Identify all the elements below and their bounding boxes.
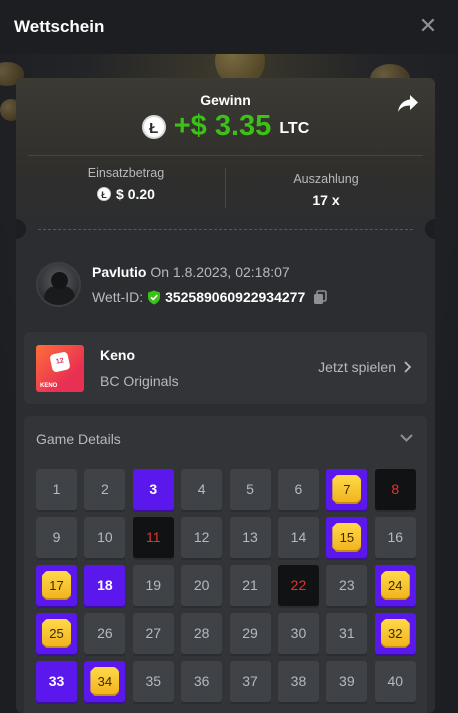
keno-cell: 20 — [181, 565, 223, 606]
keno-cell: 36 — [181, 661, 223, 702]
chevron-right-icon — [404, 361, 411, 373]
payout-value: 17 x — [312, 192, 340, 208]
bet-amount-label: Einsatzbetrag — [87, 166, 165, 180]
bet-amount-stat: Einsatzbetrag Ł $ 0.20 — [26, 166, 226, 202]
keno-cell: 40 — [374, 661, 416, 702]
keno-cell: 2 — [84, 469, 126, 510]
keno-ball-icon: 12 — [49, 351, 71, 373]
avatar-body — [44, 286, 75, 305]
keno-cell: 23 — [326, 565, 368, 606]
win-amount-row: Ł +$ 3.35 LTC — [16, 110, 435, 143]
keno-cell: 16 — [374, 517, 416, 558]
keno-number-grid: 1 2 3 4 5 6 7 8 9 10 11 12 13 14 15 16 17 18 19 20 21 22 23 24 2… — [36, 469, 416, 702]
win-label: Gewinn — [200, 92, 251, 108]
keno-cell: 25 — [36, 613, 77, 654]
ticket-notch-right — [425, 219, 435, 239]
bet-id-line: Wett-ID: 352589060922934277 — [92, 289, 328, 305]
keno-cell: 30 — [277, 613, 319, 654]
gem-icon: 25 — [42, 619, 71, 648]
play-now-link[interactable]: Jetzt spielen — [318, 359, 411, 375]
dashed-separator — [38, 229, 413, 230]
keno-cell: 39 — [326, 661, 368, 702]
keno-cell: 27 — [132, 613, 174, 654]
keno-cell: 26 — [84, 613, 126, 654]
payout-label: Auszahlung — [293, 172, 359, 186]
keno-cell: 7 — [326, 469, 368, 510]
keno-cell: 11 — [132, 517, 174, 558]
litecoin-icon: Ł — [97, 187, 112, 201]
page-title: Wettschein — [14, 17, 105, 36]
keno-cell: 15 — [326, 517, 368, 558]
avatar[interactable] — [36, 262, 81, 307]
bet-slip-card: Gewinn Ł +$ 3.35 LTC Einsatzbetrag Ł $ 0… — [16, 78, 435, 713]
keno-cell: 8 — [374, 469, 416, 510]
bet-date: On 1.8.2023, 02:18:07 — [150, 264, 290, 280]
litecoin-icon: Ł — [141, 114, 166, 139]
gem-icon: 15 — [332, 523, 362, 552]
keno-thumb-label: KENO — [40, 383, 58, 389]
game-name: Keno — [100, 347, 135, 363]
gem-icon: 34 — [90, 667, 120, 696]
keno-cell: 24 — [374, 565, 416, 606]
close-icon[interactable]: ✕ — [416, 14, 440, 38]
win-currency: LTC — [279, 119, 310, 137]
keno-cell: 17 — [36, 565, 77, 606]
keno-thumbnail: 12 KENO — [36, 345, 84, 392]
verified-shield-icon — [148, 290, 161, 304]
keno-cell: 33 — [36, 661, 77, 702]
keno-cell: 31 — [326, 613, 368, 654]
keno-cell: 32 — [374, 613, 416, 654]
gem-icon: 24 — [380, 571, 410, 600]
user-info: Pavlutio On 1.8.2023, 02:18:07 Wett-ID: … — [36, 262, 426, 307]
payout-stat: Auszahlung 17 x — [226, 172, 426, 208]
keno-cell: 28 — [181, 613, 223, 654]
win-summary: Gewinn Ł +$ 3.35 LTC Einsatzbetrag Ł $ 0… — [16, 78, 435, 228]
header-bar: Wettschein ✕ — [0, 0, 458, 54]
user-name-line: Pavlutio On 1.8.2023, 02:18:07 — [92, 264, 290, 280]
keno-cell: 22 — [277, 565, 319, 606]
bet-id-value: 352589060922934277 — [165, 289, 306, 305]
win-amount: +$ 3.35 — [173, 110, 272, 142]
play-now-label: Jetzt spielen — [318, 359, 396, 375]
keno-cell: 1 — [36, 469, 77, 510]
game-card[interactable]: 12 KENO Keno BC Originals Jetzt spielen — [24, 332, 427, 404]
keno-cell: 34 — [84, 661, 126, 702]
keno-cell: 6 — [277, 469, 319, 510]
keno-cell: 9 — [36, 517, 77, 558]
game-details-panel: Game Details 1 2 3 4 5 6 7 8 9 10 11 12 13 14 15 16 17 18… — [24, 416, 427, 713]
keno-cell: 19 — [132, 565, 174, 606]
keno-cell: 35 — [132, 661, 174, 702]
gem-icon: 32 — [380, 619, 410, 648]
keno-cell: 5 — [229, 469, 271, 510]
keno-cell: 3 — [132, 469, 174, 510]
username[interactable]: Pavlutio — [92, 264, 146, 280]
game-provider: BC Originals — [100, 373, 179, 389]
keno-cell: 13 — [229, 517, 271, 558]
game-details-title: Game Details — [36, 431, 121, 447]
keno-cell: 14 — [277, 517, 319, 558]
keno-cell: 12 — [181, 517, 223, 558]
gem-icon: 17 — [42, 571, 71, 600]
chevron-down-icon[interactable] — [400, 434, 413, 442]
keno-cell: 37 — [229, 661, 271, 702]
bet-id-label: Wett-ID: — [92, 289, 144, 305]
bet-amount-value-row: Ł $ 0.20 — [26, 186, 226, 202]
keno-cell: 18 — [84, 565, 126, 606]
copy-icon[interactable] — [313, 289, 328, 305]
keno-cell: 10 — [84, 517, 126, 558]
keno-cell: 29 — [229, 613, 271, 654]
keno-cell: 21 — [229, 565, 271, 606]
avatar-head — [51, 272, 68, 289]
keno-cell: 4 — [181, 469, 223, 510]
bet-amount-value: $ 0.20 — [116, 186, 155, 202]
keno-cell: 38 — [277, 661, 319, 702]
divider — [28, 155, 423, 156]
share-icon[interactable] — [397, 94, 419, 114]
gem-icon: 7 — [332, 475, 362, 504]
